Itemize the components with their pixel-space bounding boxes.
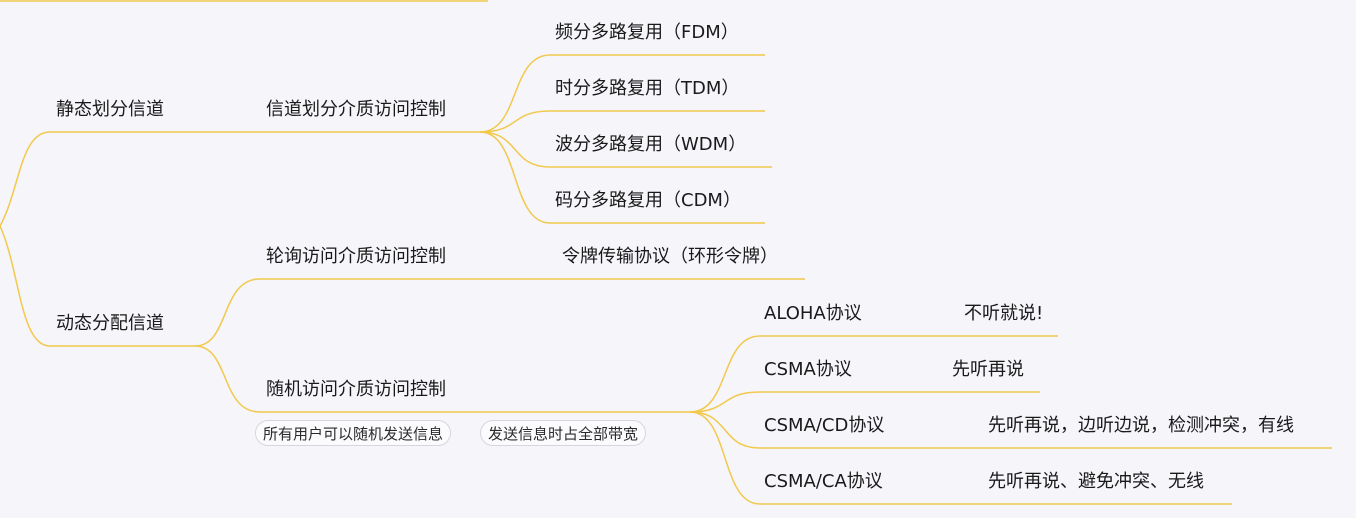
tag-full-bandwidth: 发送信息时占全部带宽 <box>480 420 647 446</box>
branch-random-csma <box>689 391 1040 413</box>
node-aloha-desc[interactable]: 不听就说! <box>964 303 1043 325</box>
node-csmacd[interactable]: CSMA/CD协议 <box>764 415 884 437</box>
branch-cd-tdm <box>479 110 765 133</box>
node-csmacd-desc[interactable]: 先听再说，边听边说，检测冲突，有线 <box>988 415 1294 437</box>
branch-root-static <box>0 131 195 227</box>
node-csmaca-desc[interactable]: 先听再说、避免冲突、无线 <box>988 471 1204 493</box>
node-wdm[interactable]: 波分多路复用（WDM） <box>555 134 746 156</box>
node-aloha[interactable]: ALOHA协议 <box>764 303 862 325</box>
node-fdm[interactable]: 频分多路复用（FDM） <box>555 22 739 44</box>
node-csma-desc[interactable]: 先听再说 <box>952 359 1024 381</box>
node-random-mac[interactable]: 随机访问介质访问控制 <box>266 379 446 401</box>
branch-dynamic-polling <box>194 278 805 347</box>
node-channel-division-mac[interactable]: 信道划分介质访问控制 <box>266 99 446 121</box>
node-cdm[interactable]: 码分多路复用（CDM） <box>555 190 741 212</box>
node-polling-mac[interactable]: 轮询访问介质访问控制 <box>266 246 446 268</box>
node-dynamic-channel[interactable]: 动态分配信道 <box>56 313 164 335</box>
tag-random-users: 所有用户可以随机发送信息 <box>255 420 452 446</box>
node-static-channel[interactable]: 静态划分信道 <box>56 99 164 121</box>
node-tdm[interactable]: 时分多路复用（TDM） <box>555 78 739 100</box>
node-csmaca[interactable]: CSMA/CA协议 <box>764 471 883 493</box>
node-csma[interactable]: CSMA协议 <box>764 359 852 381</box>
mindmap-canvas: 静态划分信道 动态分配信道 信道划分介质访问控制 轮询访问介质访问控制 随机访问… <box>0 0 1356 518</box>
node-token-protocol[interactable]: 令牌传输协议（环形令牌） <box>562 246 778 268</box>
